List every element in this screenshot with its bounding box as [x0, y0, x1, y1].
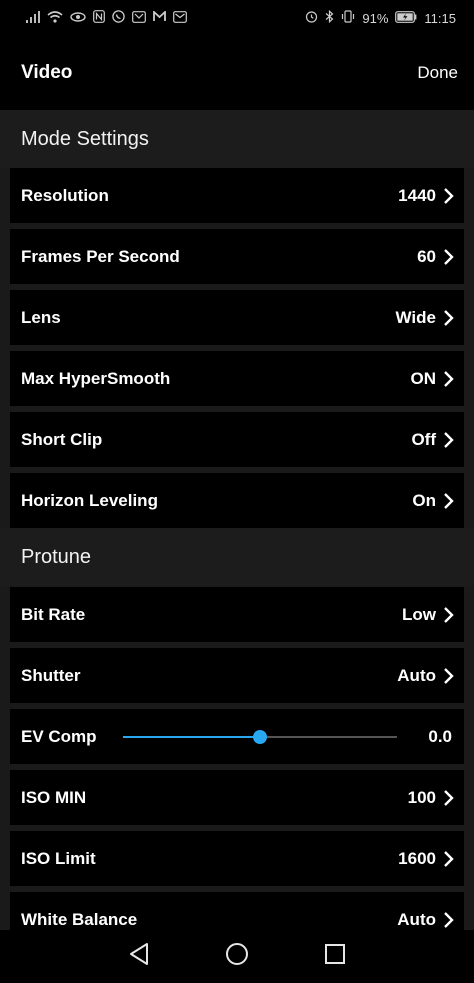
section-header-protune: Protune — [0, 528, 474, 586]
setting-value: Low — [402, 604, 436, 624]
chevron-right-icon — [442, 187, 456, 205]
setting-row-frames-per-second[interactable]: Frames Per Second 60 — [10, 229, 464, 284]
recents-nav-button[interactable] — [320, 942, 350, 972]
section-header-mode-settings: Mode Settings — [0, 110, 474, 168]
whatsapp-icon — [112, 10, 125, 26]
setting-value: Auto — [397, 665, 436, 685]
back-triangle-icon — [128, 942, 150, 971]
app-bar: Video Done — [0, 36, 474, 110]
setting-row-ev-comp: EV Comp 0.0 — [10, 709, 464, 764]
status-icons-left — [26, 9, 187, 26]
chevron-right-icon — [442, 850, 456, 868]
setting-label: EV Comp — [21, 726, 97, 746]
setting-value: Wide — [395, 307, 436, 327]
setting-value: 1440 — [398, 185, 436, 205]
chevron-right-icon — [442, 370, 456, 388]
setting-value-group: 100 — [408, 788, 456, 808]
setting-row-max-hypersmooth[interactable]: Max HyperSmooth ON — [10, 351, 464, 406]
setting-label: Resolution — [21, 185, 109, 205]
setting-value-group: Off — [411, 430, 456, 450]
setting-value: 100 — [407, 787, 436, 807]
status-icons-right: 91% 11:15 — [305, 9, 456, 26]
setting-label: Short Clip — [21, 429, 103, 449]
setting-label: Shutter — [21, 665, 81, 685]
alarm-icon — [305, 10, 318, 26]
setting-row-bit-rate[interactable]: Bit Rate Low — [10, 587, 464, 642]
setting-row-shutter[interactable]: Shutter Auto — [10, 648, 464, 703]
setting-value: ON — [410, 368, 437, 388]
setting-value-group: 1440 — [398, 186, 456, 206]
slider-thumb[interactable] — [252, 729, 267, 744]
recents-square-icon — [324, 943, 346, 970]
vibrate-icon — [341, 10, 355, 26]
status-bar: 91% 11:15 — [0, 0, 474, 36]
mail-icon-2 — [173, 10, 187, 26]
section-title: Protune — [21, 545, 92, 568]
bluetooth-icon — [325, 9, 334, 26]
gmail-icon — [153, 9, 166, 25]
section-title: Mode Settings — [21, 127, 149, 150]
setting-value: 60 — [417, 246, 436, 266]
setting-value: 1600 — [398, 848, 436, 868]
chevron-right-icon — [442, 667, 456, 685]
back-nav-button[interactable] — [124, 942, 154, 972]
chevron-right-icon — [442, 431, 456, 449]
setting-value-group: Low — [402, 605, 456, 625]
setting-label: Horizon Leveling — [21, 490, 158, 510]
setting-label: Max HyperSmooth — [21, 368, 171, 388]
setting-value: 0.0 — [428, 726, 452, 746]
signal-icon — [26, 10, 40, 26]
setting-row-iso-limit[interactable]: ISO Limit 1600 — [10, 831, 464, 886]
setting-value: Auto — [397, 909, 436, 929]
setting-value: Off — [411, 429, 436, 449]
done-button[interactable]: Done — [417, 63, 458, 83]
setting-row-short-clip[interactable]: Short Clip Off — [10, 412, 464, 467]
slider-track-fill — [122, 735, 260, 738]
chevron-right-icon — [442, 492, 456, 510]
setting-row-horizon-leveling[interactable]: Horizon Leveling On — [10, 473, 464, 528]
setting-label: Lens — [21, 307, 61, 327]
setting-label: ISO Limit — [21, 848, 96, 868]
setting-row-iso-min[interactable]: ISO MIN 100 — [10, 770, 464, 825]
wifi-icon — [47, 10, 63, 26]
setting-label: Frames Per Second — [21, 246, 180, 266]
setting-label: ISO MIN — [21, 787, 87, 807]
setting-value: On — [412, 490, 436, 510]
nfc-icon — [93, 10, 105, 26]
home-nav-button[interactable] — [222, 942, 252, 972]
chevron-right-icon — [442, 309, 456, 327]
clock-time: 11:15 — [424, 10, 456, 26]
setting-row-lens[interactable]: Lens Wide — [10, 290, 464, 345]
setting-value-group: Auto — [397, 666, 456, 686]
setting-label: Bit Rate — [21, 604, 86, 624]
chevron-right-icon — [442, 911, 456, 929]
chevron-right-icon — [442, 248, 456, 266]
chevron-right-icon — [442, 789, 456, 807]
battery-charging-icon — [395, 10, 417, 26]
mail-icon — [132, 10, 146, 26]
setting-row-resolution[interactable]: Resolution 1440 — [10, 168, 464, 223]
setting-value-group: 60 — [417, 247, 456, 267]
chevron-right-icon — [442, 606, 456, 624]
setting-label: White Balance — [21, 909, 138, 929]
setting-value-group: On — [412, 491, 456, 511]
setting-value-group: Wide — [396, 308, 456, 328]
system-nav-bar — [0, 930, 474, 983]
home-circle-icon — [225, 942, 249, 971]
setting-value-group: ON — [411, 369, 457, 389]
battery-percent: 91% — [362, 10, 389, 26]
page-title: Video — [21, 62, 73, 83]
ev-comp-slider[interactable] — [122, 727, 397, 747]
setting-value-group: 1600 — [398, 849, 456, 869]
setting-value-group: Auto — [397, 910, 456, 930]
eye-icon — [70, 11, 86, 26]
